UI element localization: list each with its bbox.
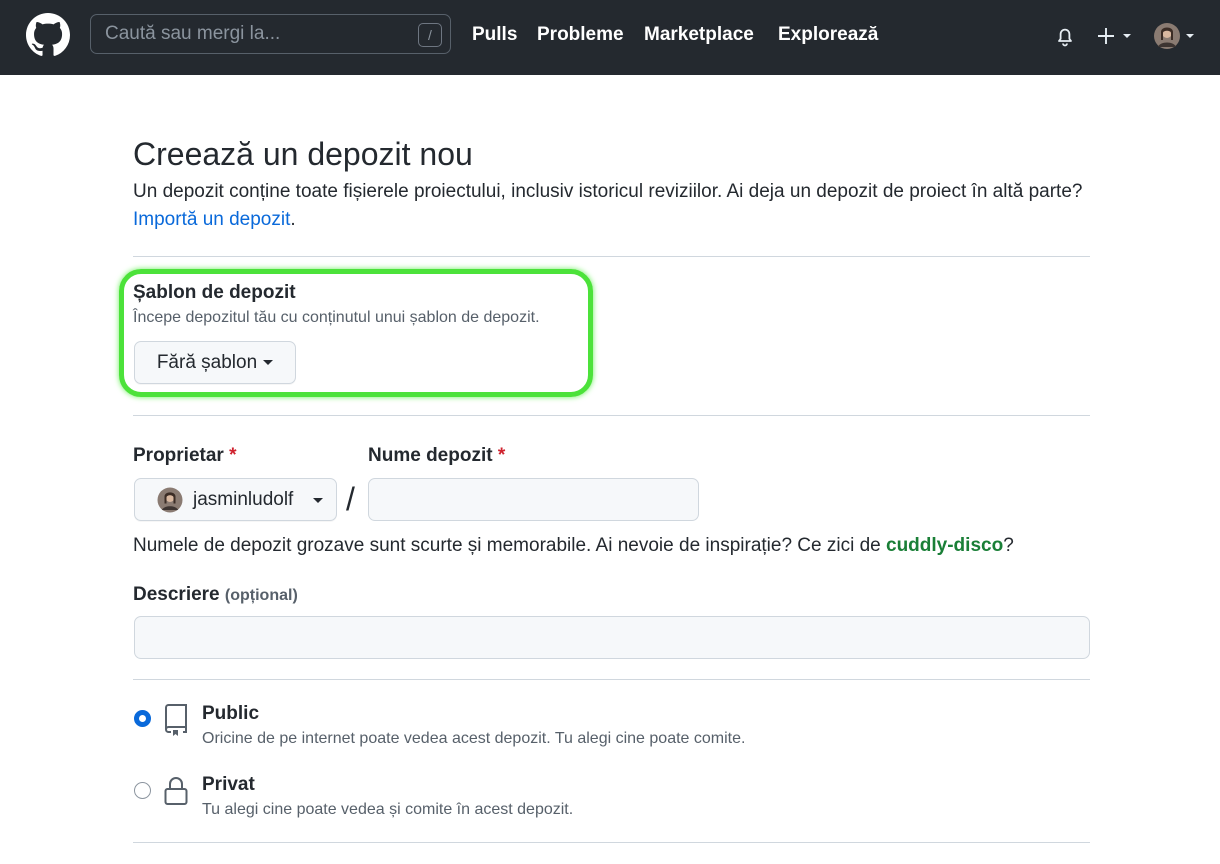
create-new-plus-icon[interactable] (1097, 24, 1137, 48)
section-divider (133, 842, 1090, 843)
description-label-text: Descriere (133, 584, 220, 605)
top-header: / Pulls Probleme Marketplace Explorează (0, 0, 1220, 75)
repo-name-label: Nume depozit * (368, 445, 505, 467)
chevron-down-icon (313, 498, 323, 503)
optional-mark: (opțional) (224, 587, 298, 604)
nav-marketplace[interactable]: Marketplace (644, 24, 754, 46)
template-section-title: Șablon de depozit (133, 282, 296, 303)
page-title: Creează un depozit nou (133, 136, 473, 172)
search-shortcut-key: / (418, 23, 442, 47)
nav-explore[interactable]: Explorează (778, 24, 878, 46)
nav-issues[interactable]: Probleme (537, 24, 624, 46)
import-link-suffix: . (290, 209, 296, 230)
required-mark: * (497, 445, 506, 466)
owner-label: Proprietar * (133, 445, 237, 467)
intro-text: Un depozit conține toate fișierele proie… (133, 181, 1083, 202)
repo-name-suggestion: Numele de depozit grozave sunt scurte și… (133, 535, 1014, 557)
template-section-description: Începe depozitul tău cu conținutul unui … (133, 309, 540, 326)
owner-repo-separator: / (346, 481, 355, 517)
repo-name-label-text: Nume depozit (368, 445, 493, 466)
suggested-name[interactable]: cuddly-disco (886, 535, 1003, 556)
suggestion-suffix: ? (1003, 535, 1014, 556)
visibility-public-radio[interactable] (134, 710, 151, 727)
owner-avatar (157, 487, 183, 513)
user-avatar-menu-icon[interactable] (1153, 22, 1199, 50)
visibility-private-title: Privat (202, 774, 255, 795)
template-selected-label: Fără șablon (156, 351, 258, 373)
page-intro: Un depozit conține toate fișierele proie… (133, 178, 1090, 234)
chevron-down-icon (263, 359, 274, 365)
visibility-private-radio[interactable] (134, 782, 151, 799)
search-box[interactable]: / (90, 14, 451, 54)
required-mark: * (229, 445, 237, 466)
visibility-public-title: Public (202, 703, 260, 724)
visibility-private-description: Tu alegi cine poate vedea și comite în a… (202, 801, 574, 818)
template-select-button[interactable]: Fără șablon (134, 341, 296, 384)
import-repository-link[interactable]: Importă un depozit (133, 209, 290, 230)
nav-pulls[interactable]: Pulls (472, 24, 517, 46)
notifications-bell-icon[interactable] (1053, 24, 1077, 48)
repo-name-input[interactable] (368, 478, 699, 521)
github-logo-icon[interactable] (26, 13, 70, 57)
lock-icon (164, 777, 188, 805)
description-input[interactable] (134, 616, 1090, 659)
owner-username: jasminludolf (193, 489, 294, 510)
owner-select-button[interactable]: jasminludolf (134, 478, 337, 521)
repo-book-icon (165, 704, 187, 736)
search-input[interactable] (105, 15, 405, 53)
owner-label-text: Proprietar (133, 445, 224, 466)
visibility-public-description: Oricine de pe internet poate vedea acest… (202, 730, 746, 747)
section-divider (133, 415, 1090, 416)
section-divider (133, 679, 1090, 680)
suggestion-text: Numele de depozit grozave sunt scurte și… (133, 535, 881, 556)
section-divider (133, 256, 1090, 257)
description-label: Descriere (opțional) (133, 584, 298, 606)
